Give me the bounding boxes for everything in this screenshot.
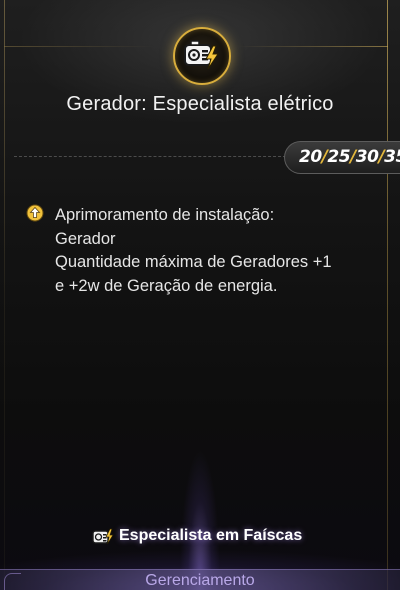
description-line: Aprimoramento de instalação: xyxy=(55,206,275,224)
level-value: 20 xyxy=(299,147,322,167)
panel-frame-top-right xyxy=(238,46,388,47)
skill-level-thresholds: 20/25/30/35 xyxy=(284,141,400,174)
section-divider xyxy=(14,156,286,157)
description-line: Quantidade máxima de Geradores +1 xyxy=(55,253,332,271)
description-line: Gerador xyxy=(55,229,116,248)
level-value: 35 xyxy=(384,147,400,167)
tab-management[interactable]: Gerenciamento xyxy=(0,571,400,590)
panel-frame-right xyxy=(387,0,388,590)
level-value: 25 xyxy=(327,147,351,167)
skill-title: Gerador: Especialista elétrico xyxy=(66,93,334,115)
specialist-button[interactable]: Especialista em Faíscas xyxy=(92,524,302,548)
specialist-button-label: Especialista em Faíscas xyxy=(119,527,303,544)
upgrade-arrow-icon xyxy=(26,204,44,222)
panel-frame-left xyxy=(4,0,5,590)
skill-description: Aprimoramento de instalação: Gerador Qua… xyxy=(55,204,385,298)
panel-frame-top-left xyxy=(4,46,154,47)
generator-battery-lightning-icon xyxy=(173,27,231,85)
skill-detail-panel: Gerador: Especialista elétrico 20/25/30/… xyxy=(0,0,400,590)
description-line: e +2w de Geração de energia. xyxy=(55,276,278,295)
level-value: 30 xyxy=(355,147,379,167)
spark-specialist-icon xyxy=(92,528,114,545)
